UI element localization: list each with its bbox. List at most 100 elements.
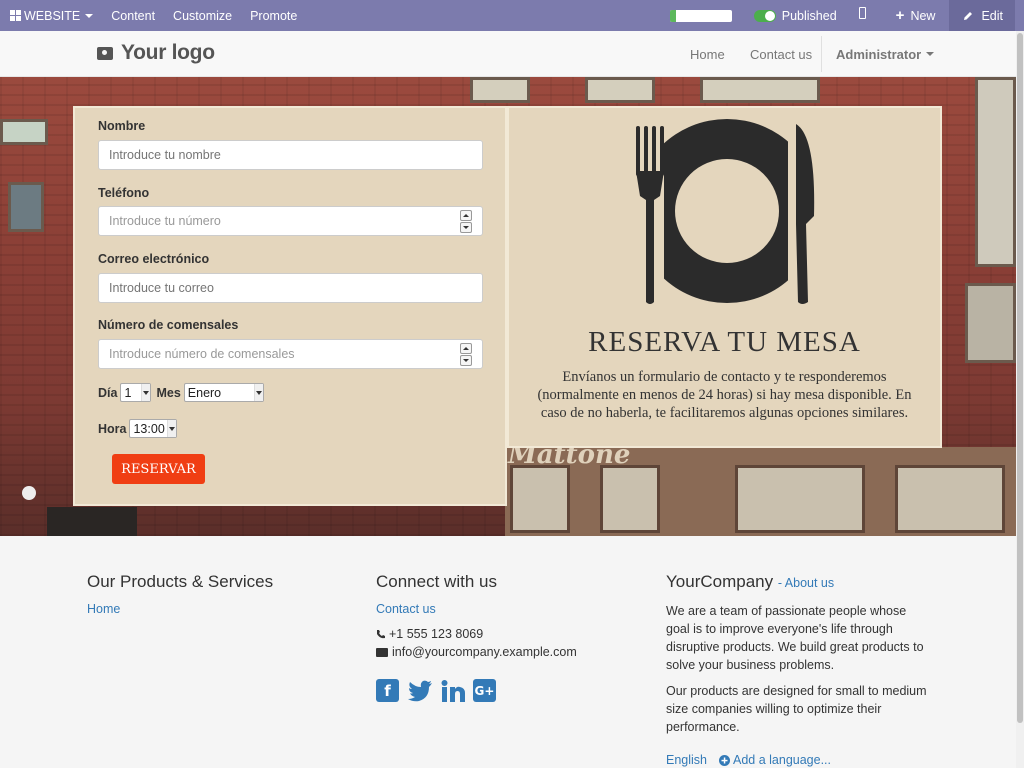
customize-menu[interactable]: Customize: [164, 0, 241, 31]
website-menu-label: WEBSITE: [24, 8, 81, 23]
connect-title: Connect with us: [376, 572, 497, 591]
guests-spinner[interactable]: [460, 343, 472, 366]
website-menu[interactable]: WEBSITE: [0, 0, 102, 31]
twitter-icon[interactable]: [407, 680, 433, 702]
day-select[interactable]: 1: [120, 383, 152, 402]
promote-menu[interactable]: Promote: [241, 0, 306, 31]
footer-contact-link[interactable]: Contact us: [376, 602, 626, 616]
mobile-preview-icon[interactable]: [858, 6, 866, 19]
site-footer: Our Products & Services Home Connect wit…: [0, 536, 1016, 768]
phone-number: +1 555 123 8069: [389, 627, 484, 641]
spin-up-icon[interactable]: [460, 343, 472, 354]
nav-contact-us[interactable]: Contact us: [750, 31, 812, 77]
email-line: info@yourcompany.example.com: [376, 643, 626, 661]
progress-fill: [669, 9, 676, 22]
google-plus-icon[interactable]: G+: [473, 679, 496, 702]
plus-icon: +: [895, 7, 905, 24]
building-window: [975, 77, 1016, 267]
reserve-button[interactable]: RESERVAR: [112, 454, 205, 484]
shop-window: [600, 465, 660, 533]
name-label: Nombre: [98, 119, 146, 133]
spin-down-icon[interactable]: [460, 355, 472, 366]
language-english-link[interactable]: English: [666, 753, 707, 767]
nav-divider: [821, 36, 822, 72]
products-title: Our Products & Services: [87, 572, 274, 591]
phone-input[interactable]: Introduce tu número: [98, 206, 483, 236]
month-select[interactable]: Enero: [183, 383, 264, 402]
guests-input[interactable]: Introduce número de comensales: [98, 339, 483, 369]
pencil-icon: [964, 11, 973, 20]
company-title: YourCompany: [666, 572, 774, 591]
caret-down-icon: [85, 13, 94, 18]
building-window: [965, 283, 1016, 363]
select-arrow-icon: [253, 384, 263, 401]
street-lamp: [22, 486, 36, 500]
month-label: Mes: [156, 385, 181, 400]
content-menu[interactable]: Content: [102, 0, 164, 31]
plus-circle-icon: [719, 754, 730, 766]
info-text: Envíanos un formulario de contacto y te …: [537, 369, 912, 421]
footer-connect: Connect with us Contact us +1 555 123 80…: [376, 572, 626, 702]
edit-button-label: Edit: [981, 8, 1003, 23]
time-row: Hora 13:00: [98, 419, 178, 438]
logo-text: Your logo: [121, 41, 215, 64]
new-button-label: New: [910, 8, 936, 23]
new-button[interactable]: + New: [888, 0, 940, 31]
edit-button[interactable]: Edit: [949, 0, 1015, 31]
user-menu[interactable]: Administrator: [836, 31, 935, 77]
select-arrow-icon: [167, 420, 177, 437]
facebook-icon[interactable]: f: [376, 679, 399, 702]
admin-bar: WEBSITE Content Customize Promote Publis…: [0, 0, 1024, 31]
shop-window: [735, 465, 865, 533]
caret-down-icon: [926, 52, 935, 56]
phone-placeholder: Introduce tu número: [109, 214, 221, 228]
info-title: RESERVA TU MESA: [588, 326, 861, 358]
envelope-icon: [376, 647, 388, 657]
email-address: info@yourcompany.example.com: [392, 645, 577, 659]
phone-line: +1 555 123 8069: [376, 625, 626, 643]
company-products-text: Our products are designed for small to m…: [666, 684, 927, 734]
email-input[interactable]: [98, 273, 483, 303]
reservation-info: RESERVA TU MESA Envíanos un formulario d…: [507, 106, 942, 448]
toggle-knob: [764, 10, 775, 21]
published-toggle[interactable]: [753, 9, 776, 22]
date-row: Día 1 Mes Enero: [98, 383, 264, 402]
user-menu-label: Administrator: [836, 46, 922, 62]
building-window: [585, 77, 655, 103]
site-header: Your logo Home Contact us Administrator: [0, 31, 1016, 77]
linkedin-icon[interactable]: [441, 679, 465, 702]
shop-window: [895, 465, 1005, 533]
building-window: [8, 182, 44, 232]
add-language-link[interactable]: Add a language...: [719, 753, 831, 767]
about-us-link[interactable]: - About us: [778, 576, 834, 590]
plate-fork-knife-icon: [634, 119, 820, 306]
guests-label: Número de comensales: [98, 318, 239, 332]
spin-down-icon[interactable]: [460, 222, 472, 233]
hour-label: Hora: [98, 421, 127, 436]
select-arrow-icon: [141, 384, 151, 401]
company-heading: YourCompany - About us: [666, 572, 931, 592]
page-scrollbar[interactable]: [1016, 31, 1024, 768]
building-window: [0, 119, 48, 145]
social-links: f G+: [376, 679, 626, 702]
add-language-label: Add a language...: [733, 753, 831, 767]
reservation-form: Nombre Teléfono Introduce tu número Corr…: [73, 106, 507, 506]
scrollbar-thumb[interactable]: [1017, 33, 1023, 723]
building-window: [470, 77, 530, 103]
language-row: English Add a language...: [666, 751, 931, 768]
footer-home-link[interactable]: Home: [87, 602, 337, 616]
guests-placeholder: Introduce número de comensales: [109, 347, 295, 361]
seo-progress-bar[interactable]: [669, 9, 732, 22]
email-label: Correo electrónico: [98, 252, 210, 266]
phone-label: Teléfono: [98, 186, 150, 200]
site-logo[interactable]: Your logo: [97, 41, 215, 65]
company-description: We are a team of passionate people whose…: [666, 604, 924, 672]
month-select-value: Enero: [187, 385, 222, 400]
spin-up-icon[interactable]: [460, 210, 472, 221]
name-input[interactable]: [98, 140, 483, 170]
day-select-value: 1: [124, 385, 132, 400]
hour-select[interactable]: 13:00: [129, 419, 178, 438]
phone-spinner[interactable]: [460, 210, 472, 233]
nav-home[interactable]: Home: [690, 31, 725, 77]
footer-company: YourCompany - About us We are a team of …: [666, 572, 931, 768]
